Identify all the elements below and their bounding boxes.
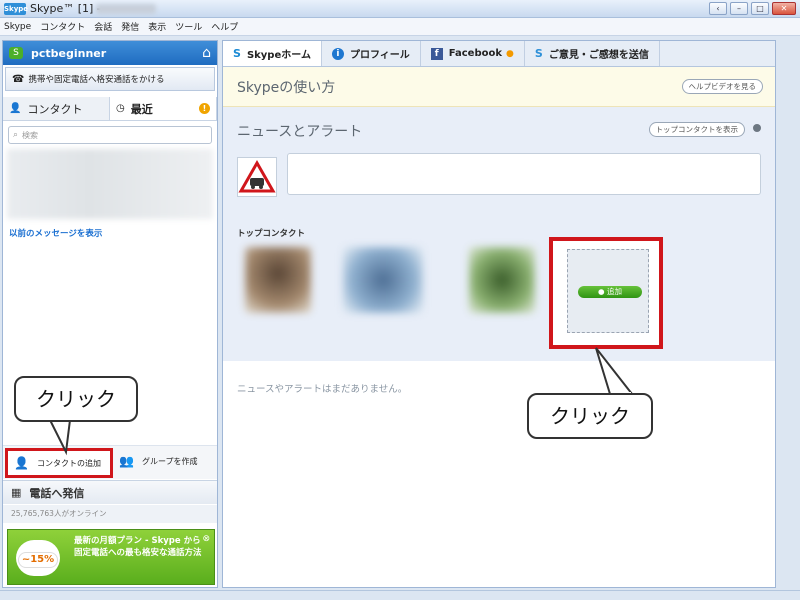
right-panel: S Skypeホーム i プロフィール f Facebook ● S ご意見・ご… — [222, 40, 776, 588]
click-callout-left: クリック — [14, 376, 138, 422]
top-contact-avatar[interactable] — [469, 247, 535, 313]
show-previous-messages-link[interactable]: 以前のメッセージを表示 — [9, 227, 211, 239]
feedback-skype-icon: S — [534, 47, 543, 60]
menu-tools[interactable]: ツール — [175, 20, 202, 33]
call-phone-label: 電話へ発信 — [29, 486, 85, 500]
tab-profile[interactable]: i プロフィール — [322, 41, 421, 66]
plus-icon: ● — [598, 287, 607, 296]
call-link-label: 携帯や固定電話へ格安通話をかける — [28, 75, 165, 85]
search-input[interactable]: ⌕ 検索 — [8, 126, 212, 144]
online-users-count: 25,765,763人がオンライン — [3, 505, 217, 523]
add-button-label: 追加 — [606, 287, 622, 296]
user-status-bar[interactable]: S pctbeginner ⌂ — [3, 41, 217, 65]
howto-title: Skypeの使い方 — [237, 79, 336, 96]
search-placeholder: 検索 — [22, 130, 39, 140]
news-alerts-section: ニュースとアラート トップコンタクトを表示 トップコンタクト ● 追加 — [223, 107, 775, 361]
promo-banner[interactable]: ~15% 最新の月額プラン - Skype から固定電話への最も格安な通話方法 … — [7, 529, 215, 585]
add-person-icon: 👤 — [14, 456, 29, 470]
top-contacts-label: トップコンタクト — [237, 229, 306, 239]
recent-conversation-item[interactable] — [7, 149, 213, 219]
toggle-dot-icon[interactable] — [753, 124, 761, 132]
empty-contact-slot[interactable]: ● 追加 — [567, 249, 649, 333]
alert-avatar — [237, 157, 277, 197]
news-title: ニュースとアラート — [237, 124, 363, 140]
window-title: Skype™ [1] - — [30, 2, 101, 15]
menu-contacts[interactable]: コンタクト — [40, 20, 85, 33]
close-button[interactable]: ✕ — [772, 2, 796, 15]
help-video-button[interactable]: ヘルプビデオを見る — [681, 79, 763, 94]
howto-section: Skypeの使い方 ヘルプビデオを見る — [223, 67, 775, 107]
user-name[interactable]: pctbeginner — [31, 47, 202, 60]
warning-triangle-icon — [238, 159, 276, 193]
call-phones-link[interactable]: ☎ 携帯や固定電話へ格安通話をかける — [5, 67, 215, 91]
info-icon: i — [331, 47, 344, 60]
person-icon: 👤 — [9, 103, 22, 114]
tab-recent[interactable]: ◷ 最近 ! — [110, 97, 217, 120]
skype-logo-icon: Skype — [4, 3, 29, 15]
mood-message-input[interactable] — [287, 153, 761, 195]
create-group-label: グループを作成 — [141, 456, 198, 466]
status-bar — [0, 590, 800, 600]
callout-left-tail-icon — [48, 418, 72, 456]
clock-icon: ◷ — [116, 103, 125, 114]
tab-feedback-label: ご意見・ご感想を送信 — [548, 50, 649, 61]
tab-feedback[interactable]: S ご意見・ご感想を送信 — [525, 41, 660, 66]
tab-facebook[interactable]: f Facebook ● — [421, 41, 525, 66]
home-icon[interactable]: ⌂ — [202, 45, 211, 61]
create-group-button[interactable]: 👥 グループを作成 — [119, 454, 197, 468]
click-callout-right: クリック — [527, 393, 653, 439]
tab-skype-home-label: Skypeホーム — [246, 50, 311, 61]
top-contact-avatar[interactable] — [245, 247, 311, 313]
promo-close-icon[interactable]: ⊗ — [202, 534, 210, 544]
call-phone-button[interactable]: ▦ 電話へ発信 — [3, 480, 217, 504]
maximize-button[interactable]: □ — [751, 2, 769, 15]
tab-facebook-label: Facebook — [448, 48, 503, 59]
callout-right-tail-icon — [595, 347, 635, 396]
menu-call[interactable]: 発信 — [121, 20, 139, 33]
notification-badge: ! — [199, 103, 210, 114]
discount-badge: ~15% — [18, 552, 58, 568]
dialpad-icon: ▦ — [11, 486, 22, 499]
menu-help[interactable]: ヘルプ — [211, 20, 238, 33]
menu-conversation[interactable]: 会話 — [94, 20, 112, 33]
menu-skype[interactable]: Skype — [4, 22, 31, 32]
add-top-contact-slot: ● 追加 — [549, 237, 663, 349]
skype-icon: S — [233, 47, 241, 60]
facebook-icon: f — [430, 47, 443, 60]
contact-tabs: 👤 コンタクト ◷ 最近 ! — [3, 97, 217, 121]
window-controls: ‹ – □ ✕ — [709, 2, 796, 15]
tab-recent-label: 最近 — [130, 102, 153, 116]
left-panel: S pctbeginner ⌂ ☎ 携帯や固定電話へ格安通話をかける 👤 コンタ… — [2, 40, 218, 588]
add-contact-label: コンタクトの追加 — [36, 458, 101, 468]
promo-text: 最新の月額プラン - Skype から固定電話への最も格安な通話方法 — [74, 536, 202, 558]
online-status-icon[interactable]: S — [9, 47, 23, 59]
minimize-button[interactable]: – — [730, 2, 748, 15]
tab-contacts[interactable]: 👤 コンタクト — [3, 97, 110, 120]
group-icon: 👥 — [119, 454, 134, 468]
phone-icon: ☎ — [12, 73, 25, 85]
no-news-message: ニュースやアラートはまだありません。 — [237, 384, 408, 395]
home-tabs: S Skypeホーム i プロフィール f Facebook ● S ご意見・ご… — [223, 41, 775, 67]
show-top-contacts-button[interactable]: トップコンタクトを表示 — [648, 122, 745, 137]
tab-profile-label: プロフィール — [349, 50, 410, 61]
search-icon: ⌕ — [13, 130, 19, 140]
back-button[interactable]: ‹ — [709, 2, 727, 15]
top-contact-avatar[interactable] — [343, 247, 423, 313]
menu-bar: Skype コンタクト 会話 発信 表示 ツール ヘルプ — [0, 18, 800, 36]
tab-contacts-label: コンタクト — [27, 102, 83, 116]
window-title-bar: Skype Skype™ [1] - ‹ – □ ✕ — [0, 0, 800, 18]
menu-view[interactable]: 表示 — [148, 20, 166, 33]
blurred-user-name — [96, 4, 156, 14]
tab-skype-home[interactable]: S Skypeホーム — [223, 41, 322, 66]
facebook-alert-dot-icon: ● — [506, 48, 514, 59]
contact-actions-bar: 👤 コンタクトの追加 👥 グループを作成 — [3, 445, 217, 479]
add-contact-slot-button[interactable]: ● 追加 — [578, 286, 642, 298]
